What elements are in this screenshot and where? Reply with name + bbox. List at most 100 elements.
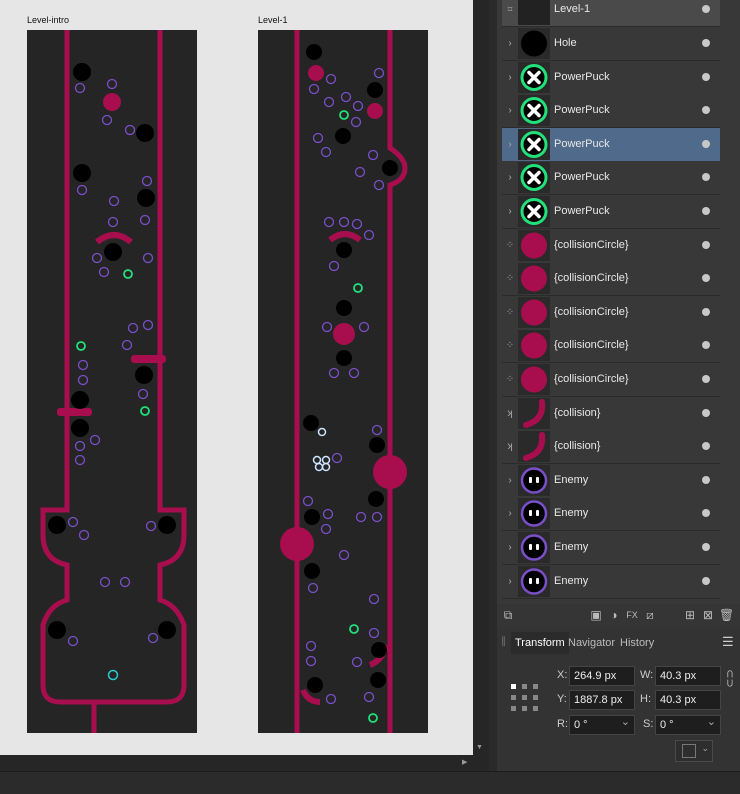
curve-layer-icon[interactable]: ʞ [504, 430, 516, 463]
visibility-toggle[interactable] [702, 543, 710, 551]
add-layer-icon[interactable]: ⊞ [683, 608, 697, 622]
visibility-toggle[interactable] [702, 341, 710, 350]
layer-row[interactable]: ʞ {collision} [502, 430, 720, 465]
tab-navigator[interactable]: Navigator [564, 632, 619, 654]
enemy [145, 520, 157, 532]
enemy [98, 266, 110, 278]
tab-history[interactable]: History [616, 632, 658, 654]
layer-row[interactable]: › PowerPuck [502, 60, 720, 95]
layer-row[interactable]: › PowerPuck [502, 94, 720, 129]
scroll-down-arrow-icon[interactable]: ▼ [476, 744, 483, 751]
hole [306, 44, 322, 60]
lock-aspect-icon[interactable]: ⊂⊃ [724, 669, 737, 687]
y-field[interactable]: 1887.8 px [569, 690, 635, 710]
layer-row[interactable]: ⁘ {collisionCircle} [502, 329, 720, 364]
expand-chevron-icon[interactable]: › [504, 128, 516, 161]
visibility-toggle[interactable] [702, 509, 710, 518]
shape-layer-icon[interactable]: ⁘ [504, 229, 516, 262]
expand-chevron-icon[interactable]: › [504, 94, 516, 127]
scroll-right-arrow-icon[interactable]: ▶ [462, 758, 467, 766]
tab-transform[interactable]: Transform [511, 632, 569, 654]
expand-chevron-icon[interactable]: › [504, 531, 516, 564]
visibility-toggle[interactable] [702, 375, 710, 383]
anchor-selector[interactable] [511, 684, 539, 712]
pink-ball [103, 93, 121, 111]
layer-row[interactable]: › Enemy [502, 531, 720, 565]
layer-row[interactable]: ⁘ {collisionCircle} [502, 363, 720, 397]
canvas-vertical-scrollbar[interactable]: ▼ [473, 0, 489, 755]
layer-row[interactable]: › PowerPuck [502, 127, 720, 162]
expand-chevron-icon[interactable]: › [504, 27, 516, 60]
shape-layer-icon[interactable]: ⁘ [504, 329, 516, 362]
mask-icon[interactable]: ▣ [589, 608, 603, 622]
x-field[interactable]: 264.9 px [569, 666, 635, 686]
shape-layer-icon[interactable]: ⁘ [504, 262, 516, 295]
expand-chevron-icon[interactable]: › [504, 61, 516, 94]
layer-row[interactable]: › PowerPuck [502, 161, 720, 196]
fx-icon[interactable]: FX [625, 608, 639, 622]
expand-chevron-icon[interactable]: › [504, 161, 516, 194]
layer-row[interactable]: › Hole [502, 27, 720, 61]
visibility-toggle[interactable] [702, 5, 710, 13]
enemy [139, 214, 151, 226]
layer-row[interactable]: › Enemy [502, 564, 720, 599]
transform-origin-button[interactable]: ⌄ [675, 740, 713, 762]
transform-panel: ∥ Transform Navigator History ☰ X: 264.9… [497, 628, 740, 771]
enemy [350, 116, 362, 128]
trash-icon[interactable]: 🗑 [719, 608, 734, 622]
canvas-area[interactable]: Level-intro Level-1 [0, 0, 473, 755]
expand-chevron-icon[interactable]: › [504, 195, 516, 228]
layer-row[interactable]: › PowerPuck [502, 195, 720, 229]
panel-menu-icon[interactable]: ☰ [722, 634, 734, 650]
layer-row[interactable]: ⁘ {collisionCircle} [502, 262, 720, 297]
expand-chevron-icon[interactable]: › [504, 464, 516, 497]
layer-name: PowerPuck [554, 137, 610, 150]
hole [336, 350, 352, 366]
h-field[interactable]: 40.3 px [655, 690, 721, 710]
enemy [305, 640, 317, 652]
r-label: R: [557, 718, 568, 730]
artboard-level-1[interactable] [258, 30, 428, 733]
enemy [328, 367, 340, 379]
curve-layer-icon[interactable]: ʞ [504, 397, 516, 430]
visibility-toggle[interactable] [702, 307, 710, 316]
brush-icon[interactable]: ⧄ [643, 608, 657, 622]
panel-grip-icon[interactable]: ∥ [501, 636, 506, 647]
visibility-toggle[interactable] [702, 240, 710, 249]
expand-chevron-icon[interactable]: › [504, 497, 516, 530]
shape-layer-icon[interactable]: ⁘ [504, 363, 516, 396]
layer-group-header[interactable]: ⌗ Level-1 [502, 0, 720, 27]
w-field[interactable]: 40.3 px [655, 666, 721, 686]
canvas-horizontal-scrollbar[interactable]: ▶ [0, 755, 489, 771]
artboard-level-intro[interactable] [27, 30, 197, 733]
adjustment-icon[interactable]: ◑ [607, 608, 621, 622]
visibility-toggle[interactable] [702, 207, 710, 215]
hole [304, 509, 320, 525]
layer-row[interactable]: › Enemy [502, 463, 720, 498]
hole [71, 391, 89, 409]
layer-row[interactable]: ʞ {collision} [502, 396, 720, 431]
visibility-toggle[interactable] [702, 39, 710, 47]
delete-mask-icon[interactable]: ⊠ [701, 608, 715, 622]
artboard-title-level-1: Level-1 [258, 15, 288, 25]
layer-thumbnail [518, 397, 550, 429]
rotation-field[interactable]: 0 ° [569, 713, 635, 735]
visibility-toggle[interactable] [702, 173, 710, 182]
visibility-toggle[interactable] [702, 274, 710, 283]
visibility-toggle[interactable] [702, 475, 710, 484]
shear-field[interactable]: 0 ° [655, 713, 721, 735]
layer-row[interactable]: ⁘ {collisionCircle} [502, 228, 720, 263]
visibility-toggle[interactable] [702, 139, 710, 148]
layer-row[interactable]: ⁘ {collisionCircle} [502, 295, 720, 330]
visibility-toggle[interactable] [702, 576, 710, 585]
visibility-toggle[interactable] [702, 72, 710, 81]
enemy [67, 635, 79, 647]
layer-row[interactable]: › Enemy [502, 497, 720, 532]
expand-chevron-icon[interactable]: › [504, 565, 516, 598]
visibility-toggle[interactable] [702, 408, 710, 417]
visibility-toggle[interactable] [702, 442, 710, 451]
visibility-toggle[interactable] [702, 106, 710, 115]
layers-options-icon[interactable]: ⧉ [501, 608, 515, 622]
enemy [141, 175, 153, 187]
shape-layer-icon[interactable]: ⁘ [504, 296, 516, 329]
